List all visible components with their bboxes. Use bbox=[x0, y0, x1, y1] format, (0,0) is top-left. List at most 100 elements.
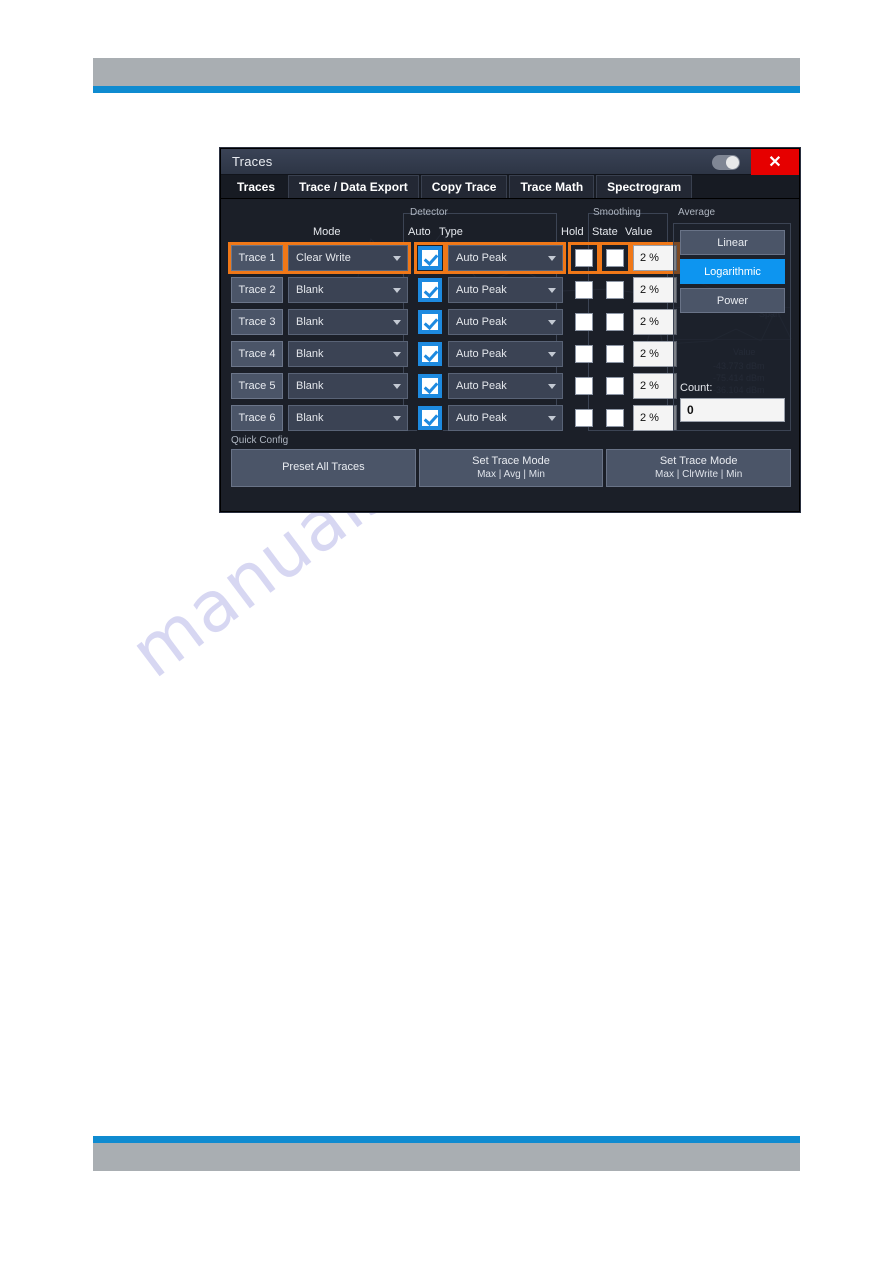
detector-group-caption: Detector bbox=[410, 207, 448, 218]
smoothing-state-checkbox[interactable] bbox=[606, 377, 624, 395]
average-linear-button[interactable]: Linear bbox=[680, 230, 785, 255]
tab-copy-trace[interactable]: Copy Trace bbox=[420, 175, 508, 198]
smoothing-value-input[interactable]: 2 % bbox=[633, 373, 677, 399]
checkbox-glyph bbox=[421, 281, 439, 299]
detector-auto-checkbox[interactable] bbox=[418, 310, 442, 334]
set-trace-mode-max-clrwrite-min-button[interactable]: Set Trace Mode Max | ClrWrite | Min bbox=[606, 449, 792, 487]
checkbox-glyph bbox=[421, 313, 439, 331]
col-header-mode: Mode bbox=[313, 226, 341, 238]
hold-cell bbox=[571, 277, 597, 303]
trace-mode-dropdown[interactable]: Clear Write bbox=[288, 245, 408, 271]
trace-row: Trace 4 Blank Auto Peak 2 % bbox=[231, 341, 677, 367]
smoothing-value-input[interactable]: 2 % bbox=[633, 309, 677, 335]
header-blue-rule bbox=[93, 86, 800, 93]
trace-label-button[interactable]: Trace 3 bbox=[231, 309, 283, 335]
smoothing-group-caption: Smoothing bbox=[593, 207, 641, 218]
trace-label-button[interactable]: Trace 6 bbox=[231, 405, 283, 431]
detector-auto-cell bbox=[417, 245, 443, 271]
footer-blue-rule bbox=[93, 1136, 800, 1143]
smoothing-state-checkbox[interactable] bbox=[606, 281, 624, 299]
chevron-down-icon bbox=[393, 352, 401, 357]
dialog-tabstrip: Traces Trace / Data Export Copy Trace Tr… bbox=[221, 175, 799, 199]
average-power-button[interactable]: Power bbox=[680, 288, 785, 313]
chevron-down-icon bbox=[548, 384, 556, 389]
tab-spectrogram[interactable]: Spectrogram bbox=[596, 175, 693, 198]
detector-type-value: Auto Peak bbox=[456, 316, 507, 328]
chevron-down-icon bbox=[393, 384, 401, 389]
set-trace-mode-clrwrite-sub: Max | ClrWrite | Min bbox=[655, 468, 743, 480]
detector-type-dropdown[interactable]: Auto Peak bbox=[448, 373, 563, 399]
trace-mode-dropdown[interactable]: Blank bbox=[288, 309, 408, 335]
count-label: Count: bbox=[680, 382, 713, 394]
tab-traces[interactable]: Traces bbox=[226, 175, 287, 198]
smoothing-value-input[interactable]: 2 % bbox=[633, 245, 677, 271]
detector-auto-checkbox[interactable] bbox=[418, 278, 442, 302]
preset-all-traces-button[interactable]: Preset All Traces bbox=[231, 449, 416, 487]
dialog-title: Traces bbox=[232, 154, 273, 169]
trace-mode-dropdown[interactable]: Blank bbox=[288, 277, 408, 303]
dialog-titlebar: Traces ✕ bbox=[221, 149, 799, 175]
chevron-down-icon bbox=[393, 288, 401, 293]
chevron-down-icon bbox=[393, 320, 401, 325]
hold-cell bbox=[571, 245, 597, 271]
set-trace-mode-max-avg-min-button[interactable]: Set Trace Mode Max | Avg | Min bbox=[418, 449, 604, 487]
chevron-down-icon bbox=[548, 320, 556, 325]
count-input[interactable]: 0 bbox=[680, 398, 785, 422]
quick-config-caption: Quick Config bbox=[231, 435, 289, 446]
smoothing-value-input[interactable]: 2 % bbox=[633, 341, 677, 367]
page-footer-band bbox=[93, 1136, 800, 1171]
detector-auto-checkbox[interactable] bbox=[418, 406, 442, 430]
trace-label-button[interactable]: Trace 5 bbox=[231, 373, 283, 399]
trace-label-button[interactable]: Trace 1 bbox=[231, 245, 283, 271]
hold-checkbox[interactable] bbox=[575, 249, 593, 267]
trace-label-button[interactable]: Trace 4 bbox=[231, 341, 283, 367]
smoothing-value-input[interactable]: 2 % bbox=[633, 277, 677, 303]
hold-checkbox[interactable] bbox=[575, 409, 593, 427]
detector-type-dropdown[interactable]: Auto Peak bbox=[448, 245, 563, 271]
tab-trace-data-export[interactable]: Trace / Data Export bbox=[288, 175, 419, 198]
hold-cell bbox=[571, 341, 597, 367]
smoothing-state-checkbox[interactable] bbox=[606, 409, 624, 427]
help-toggle-switch[interactable] bbox=[712, 154, 740, 170]
dialog-body: Span Value -43.773 dBm -75.414 dBm -36.1… bbox=[221, 199, 799, 511]
detector-auto-cell bbox=[417, 405, 443, 431]
trace-mode-dropdown[interactable]: Blank bbox=[288, 373, 408, 399]
chevron-down-icon bbox=[393, 416, 401, 421]
detector-auto-checkbox[interactable] bbox=[418, 342, 442, 366]
traces-dialog: Traces ✕ Traces Trace / Data Export Copy… bbox=[220, 148, 800, 512]
chevron-down-icon bbox=[548, 352, 556, 357]
detector-auto-checkbox[interactable] bbox=[418, 374, 442, 398]
trace-row: Trace 6 Blank Auto Peak 2 % bbox=[231, 405, 677, 431]
smoothing-value-input[interactable]: 2 % bbox=[633, 405, 677, 431]
detector-type-dropdown[interactable]: Auto Peak bbox=[448, 405, 563, 431]
smoothing-state-checkbox[interactable] bbox=[606, 249, 624, 267]
average-logarithmic-button[interactable]: Logarithmic bbox=[680, 259, 785, 284]
set-trace-mode-avg-label: Set Trace Mode bbox=[472, 454, 550, 467]
detector-type-dropdown[interactable]: Auto Peak bbox=[448, 277, 563, 303]
page-header-band bbox=[93, 58, 800, 93]
footer-grey-bar bbox=[93, 1143, 800, 1171]
smoothing-state-checkbox[interactable] bbox=[606, 345, 624, 363]
detector-auto-checkbox[interactable] bbox=[418, 246, 442, 270]
hold-checkbox[interactable] bbox=[575, 377, 593, 395]
smoothing-state-cell bbox=[602, 405, 628, 431]
detector-type-dropdown[interactable]: Auto Peak bbox=[448, 309, 563, 335]
smoothing-state-cell bbox=[602, 277, 628, 303]
tab-trace-math[interactable]: Trace Math bbox=[509, 175, 595, 198]
close-icon[interactable]: ✕ bbox=[751, 149, 799, 175]
hold-checkbox[interactable] bbox=[575, 313, 593, 331]
trace-mode-dropdown[interactable]: Blank bbox=[288, 341, 408, 367]
detector-type-value: Auto Peak bbox=[456, 348, 507, 360]
chevron-down-icon bbox=[548, 256, 556, 261]
checkbox-glyph bbox=[421, 249, 439, 267]
smoothing-state-checkbox[interactable] bbox=[606, 313, 624, 331]
hold-checkbox[interactable] bbox=[575, 345, 593, 363]
detector-type-dropdown[interactable]: Auto Peak bbox=[448, 341, 563, 367]
trace-mode-value: Clear Write bbox=[296, 252, 351, 264]
hold-checkbox[interactable] bbox=[575, 281, 593, 299]
preset-all-traces-label: Preset All Traces bbox=[282, 461, 365, 474]
trace-mode-dropdown[interactable]: Blank bbox=[288, 405, 408, 431]
detector-type-value: Auto Peak bbox=[456, 412, 507, 424]
trace-label-button[interactable]: Trace 2 bbox=[231, 277, 283, 303]
trace-mode-value: Blank bbox=[296, 348, 324, 360]
